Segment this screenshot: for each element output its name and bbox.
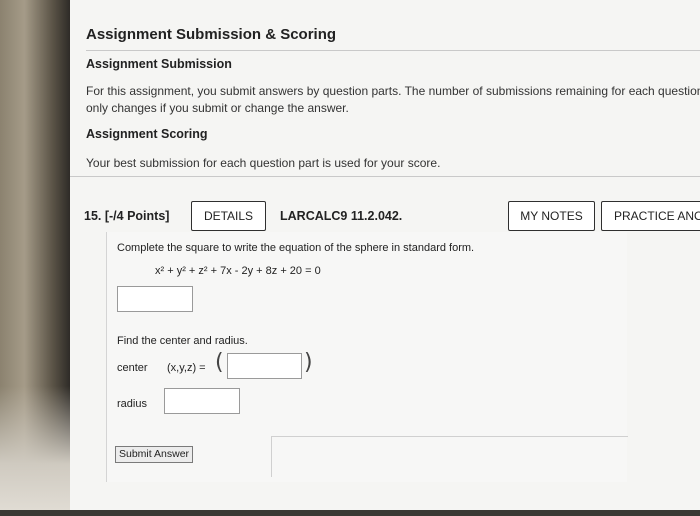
- submission-text-line1: For this assignment, you submit answers …: [86, 84, 700, 98]
- scoring-text: Your best submission for each question p…: [86, 156, 441, 170]
- find-center-radius-text: Find the center and radius.: [117, 335, 248, 347]
- assignment-info-section: Assignment Submission & Scoring Assignme…: [70, 0, 700, 176]
- center-variables: (x,y,z) =: [167, 362, 206, 374]
- radius-input[interactable]: [164, 388, 240, 414]
- my-notes-button[interactable]: MY NOTES: [508, 201, 595, 231]
- browser-viewport: Assignment Submission & Scoring Assignme…: [70, 0, 700, 516]
- page-title: Assignment Submission & Scoring: [86, 26, 337, 43]
- question-body: Complete the square to write the equatio…: [106, 232, 628, 482]
- radius-label: radius: [117, 398, 147, 410]
- sphere-equation: x² + y² + z² + 7x - 2y + 8z + 20 = 0: [155, 265, 321, 277]
- question-prompt: Complete the square to write the equatio…: [117, 242, 475, 254]
- question-code: LARCALC9 11.2.042.: [280, 209, 403, 223]
- photo-bezel-bottom: [0, 510, 700, 516]
- photo-bezel-left: [0, 0, 70, 516]
- center-label: center: [117, 362, 148, 374]
- standard-form-input[interactable]: [117, 286, 193, 312]
- submit-area-frame: [271, 436, 628, 477]
- details-button[interactable]: DETAILS: [191, 201, 266, 231]
- submission-heading: Assignment Submission: [86, 57, 232, 71]
- close-paren-icon: ): [304, 350, 313, 375]
- center-input[interactable]: [227, 353, 302, 379]
- submit-answer-button[interactable]: Submit Answer: [115, 446, 194, 463]
- open-paren-icon: (: [215, 350, 224, 375]
- scoring-heading: Assignment Scoring: [86, 127, 208, 141]
- question-number-points: 15. [-/4 Points]: [84, 209, 170, 223]
- practice-another-button[interactable]: PRACTICE ANO: [601, 201, 700, 231]
- submission-text-line2: only changes if you submit or change the…: [86, 101, 349, 115]
- divider: [86, 50, 700, 51]
